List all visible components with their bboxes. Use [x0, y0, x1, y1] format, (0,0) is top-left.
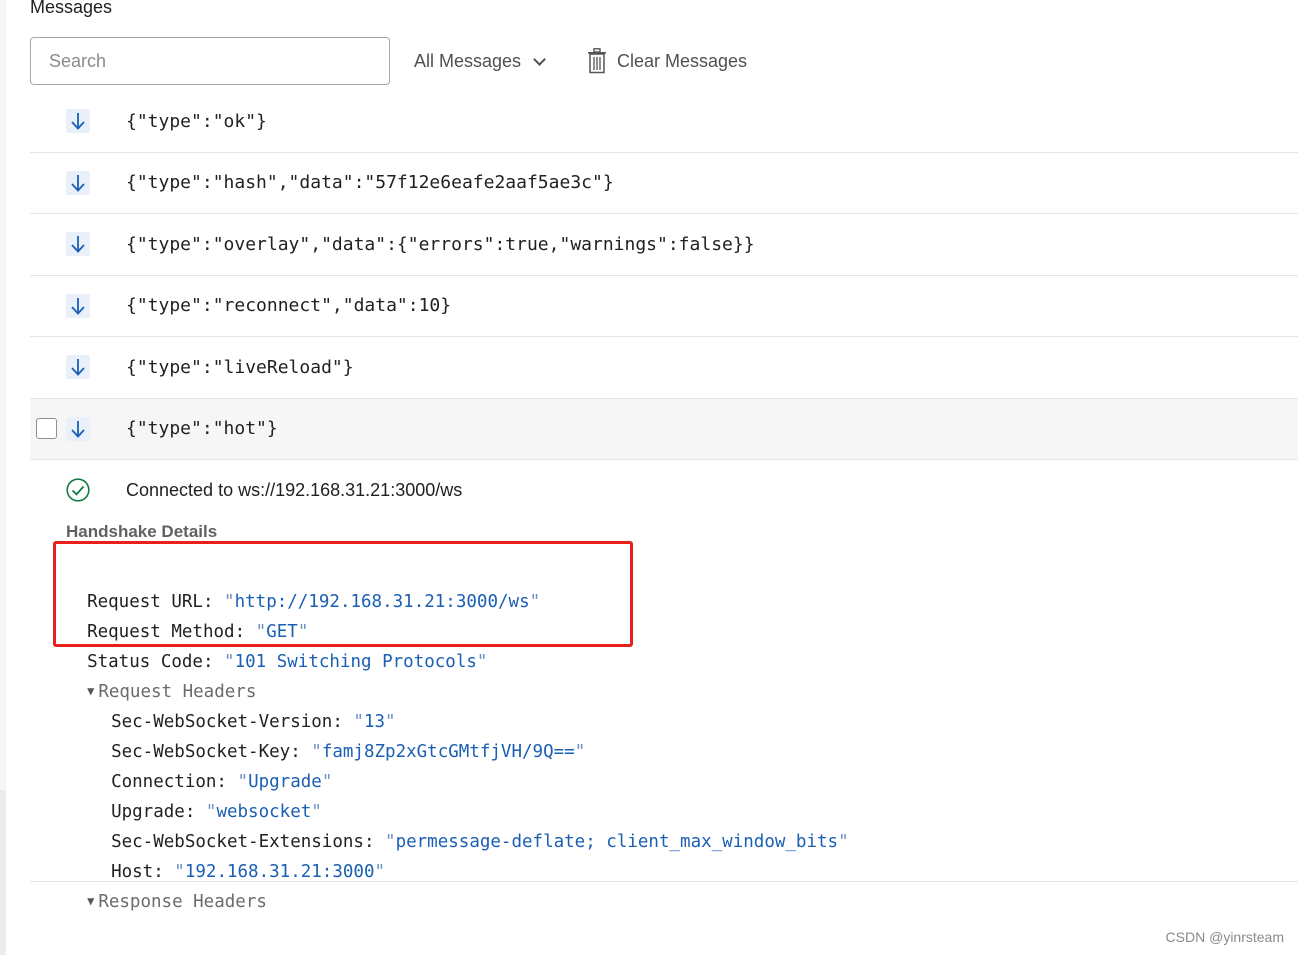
bottom-divider [30, 881, 1298, 882]
message-text: {"type":"overlay","data":{"errors":true,… [126, 233, 755, 255]
arrow-down-icon [66, 232, 90, 257]
message-text: {"type":"hot"} [126, 418, 278, 440]
chevron-down-icon [533, 52, 546, 66]
header-value: famj8Zp2xGtcGMtfjVH/9Q== [321, 742, 575, 762]
message-text: {"type":"ok"} [126, 110, 267, 132]
filter-label: All Messages [414, 50, 522, 71]
trash-icon [588, 48, 606, 74]
message-row[interactable]: {"type":"liveReload"} [30, 337, 1298, 399]
header-line: Host: "192.168.31.21:3000" [111, 862, 386, 882]
connection-status-row[interactable]: Connected to ws://192.168.31.21:3000/ws [30, 468, 1298, 512]
message-row[interactable]: {"type":"overlay","data":{"errors":true,… [30, 214, 1298, 276]
message-list: {"type":"ok"} {"type":"hash","data":"57f… [30, 91, 1298, 460]
row-checkbox[interactable] [36, 418, 57, 440]
message-text: {"type":"liveReload"} [126, 356, 354, 378]
search-input[interactable] [30, 37, 390, 85]
arrow-down-icon [66, 355, 90, 380]
left-divider-shade [0, 790, 6, 955]
arrow-down-icon [66, 293, 90, 318]
message-text: {"type":"reconnect","data":10} [126, 295, 452, 317]
header-line: Sec-WebSocket-Key: "famj8Zp2xGtcGMtfjVH/… [111, 742, 586, 762]
watermark: CSDN @yinrsteam [1165, 929, 1284, 945]
clear-messages-button[interactable]: Clear Messages [587, 46, 747, 76]
message-row[interactable]: {"type":"reconnect","data":10} [30, 276, 1298, 337]
arrow-down-icon [66, 170, 90, 195]
header-value: permessage-deflate; client_max_window_bi… [395, 832, 839, 852]
header-line: Sec-WebSocket-Extensions: "permessage-de… [111, 832, 849, 852]
message-row[interactable]: {"type":"ok"} [30, 91, 1298, 153]
response-headers-label: Response Headers [98, 892, 267, 912]
handshake-details-title: Handshake Details [66, 522, 218, 541]
message-text: {"type":"hash","data":"57f12e6eafe2aaf5a… [126, 172, 614, 194]
annotation-highlight-box [53, 541, 633, 647]
header-line: Upgrade: "websocket" [111, 802, 322, 822]
status-code-value: 101 Switching Protocols [234, 652, 477, 672]
connection-status-text: Connected to ws://192.168.31.21:3000/ws [126, 479, 463, 500]
header-line: Sec-WebSocket-Version: "13" [111, 712, 396, 732]
check-circle-icon [66, 478, 90, 502]
triangle-down-icon: ▼ [87, 894, 95, 908]
panel-title: Messages [30, 0, 113, 17]
request-headers-toggle[interactable]: ▼ Request Headers [66, 647, 256, 702]
message-row-selected[interactable]: {"type":"hot"} [30, 398, 1298, 460]
arrow-down-icon [66, 416, 90, 441]
message-row[interactable]: {"type":"hash","data":"57f12e6eafe2aaf5a… [30, 153, 1298, 214]
message-filter-dropdown[interactable]: All Messages [414, 47, 546, 75]
header-line: Connection: "Upgrade" [111, 772, 333, 792]
response-headers-toggle[interactable]: ▼ Response Headers [66, 857, 267, 912]
clear-messages-label: Clear Messages [617, 50, 748, 71]
arrow-down-icon [66, 109, 90, 134]
